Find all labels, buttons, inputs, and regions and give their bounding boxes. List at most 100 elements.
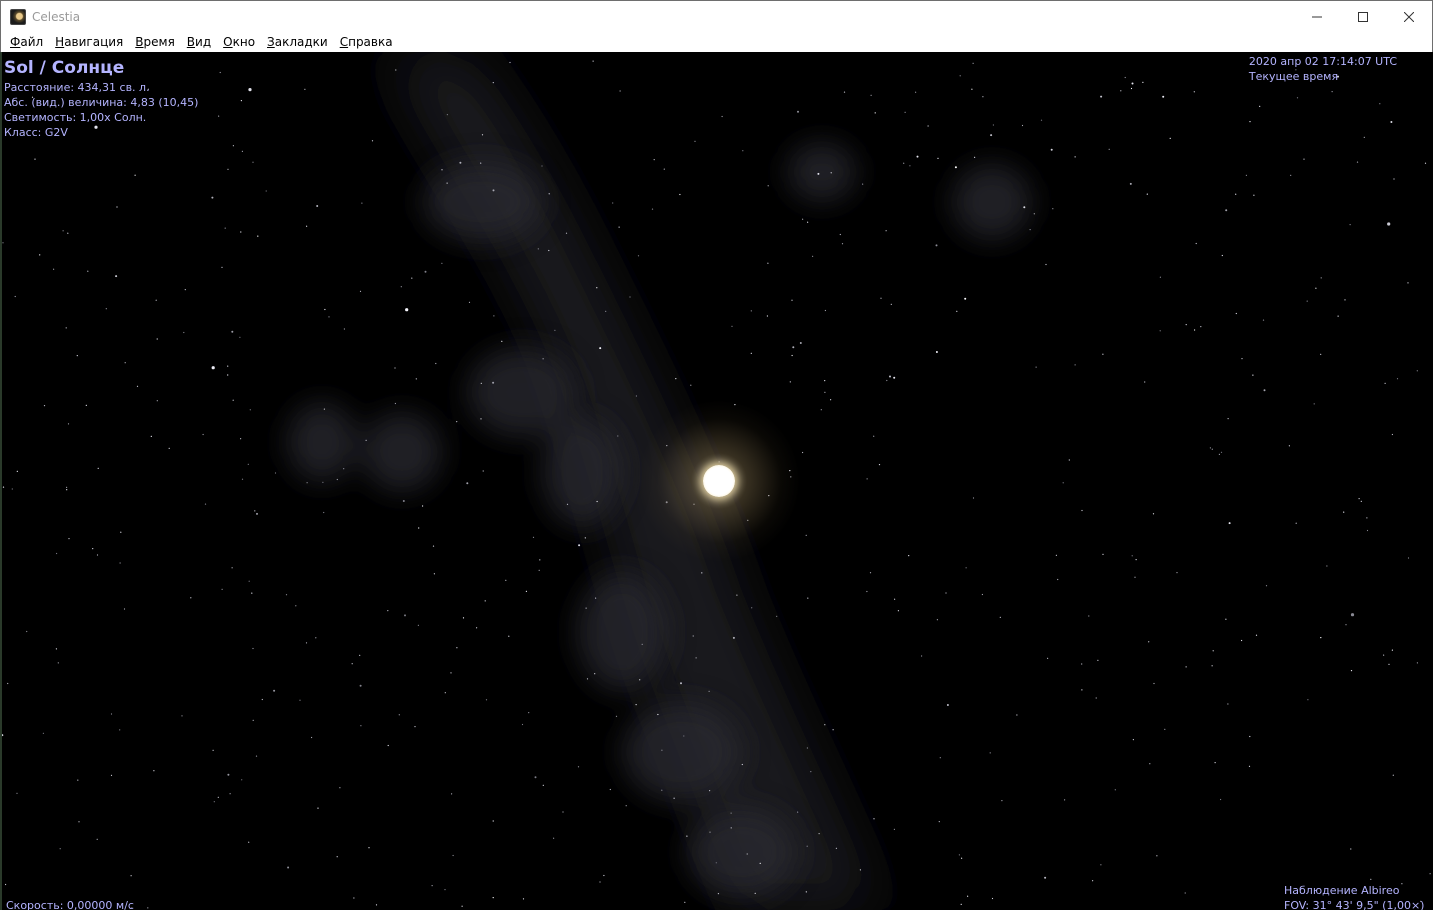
star [240,438,242,440]
star [1134,576,1136,578]
star [1263,389,1266,392]
star [1040,119,1043,121]
star [981,593,984,596]
star [521,723,524,726]
close-button[interactable] [1386,1,1432,33]
star [66,489,68,491]
star [1326,565,1328,567]
sun-star[interactable] [703,465,735,497]
star [592,60,594,62]
star [156,338,158,340]
star [680,682,682,685]
star [402,500,405,502]
star [1307,699,1309,701]
star [306,482,308,484]
star [371,140,374,142]
star [435,362,437,365]
sky-viewport[interactable]: Sol / Солнце Расстояние: 434,31 св. л. А… [0,52,1433,910]
menu-window[interactable]: Окно [217,32,261,52]
title-bar[interactable]: Celestia [0,0,1433,32]
star [1152,513,1155,515]
star [336,856,338,858]
star [339,787,341,789]
star [353,897,355,899]
star [1366,529,1369,532]
star [1343,511,1345,513]
star [1320,637,1322,639]
close-icon [1404,11,1414,22]
star [26,630,28,633]
star [395,69,397,71]
star [1159,330,1161,332]
star [1047,657,1049,659]
star [1255,634,1258,636]
star [893,828,896,831]
star [1416,662,1418,664]
star [679,193,681,196]
star [886,379,888,382]
star [635,704,637,706]
star [509,61,511,64]
star [542,358,544,360]
star [441,262,443,264]
star [459,161,462,164]
menu-navigation[interactable]: Навигация [49,32,129,52]
star [1349,224,1351,226]
star [1252,374,1254,376]
star [653,159,655,161]
menu-file[interactable]: Файл [4,32,49,52]
star [946,704,949,706]
star [1153,682,1155,685]
menu-bookmarks[interactable]: Закладки [261,32,334,52]
maximize-button[interactable] [1340,1,1386,33]
star [324,308,326,311]
star [1391,433,1393,436]
star [539,559,541,561]
observing-target: Наблюдение Albireo [1284,884,1400,897]
star [1035,366,1037,368]
star [1387,222,1391,226]
star [661,789,663,791]
star [1129,182,1132,185]
star [1391,649,1393,651]
star [799,342,802,344]
star [97,467,99,469]
star [1164,728,1166,731]
star [1296,97,1299,99]
menu-time[interactable]: Время [129,32,181,52]
menu-help[interactable]: Справка [334,32,399,52]
star [532,536,535,538]
star [394,402,396,405]
star [92,548,94,550]
menu-view[interactable]: Вид [181,32,217,52]
star [252,719,254,722]
star [1092,880,1094,882]
star [1050,148,1053,151]
star [404,614,406,617]
star [1193,91,1195,93]
star [824,724,826,726]
star [736,594,738,596]
star [39,254,41,256]
star [1225,618,1227,620]
star [1235,312,1237,315]
star [115,275,118,278]
star [1320,353,1322,355]
star [1135,559,1137,561]
star [96,554,99,556]
star [219,71,221,74]
star [130,875,132,877]
minimize-button[interactable] [1294,1,1340,33]
star [548,193,550,195]
star [537,248,539,250]
star [709,790,711,792]
star [1057,578,1059,581]
star [594,673,596,675]
star [599,881,601,883]
star [273,689,276,692]
star [1295,522,1297,524]
star [1249,735,1251,738]
star [708,690,710,693]
star [466,482,469,485]
maximize-icon [1358,11,1368,22]
